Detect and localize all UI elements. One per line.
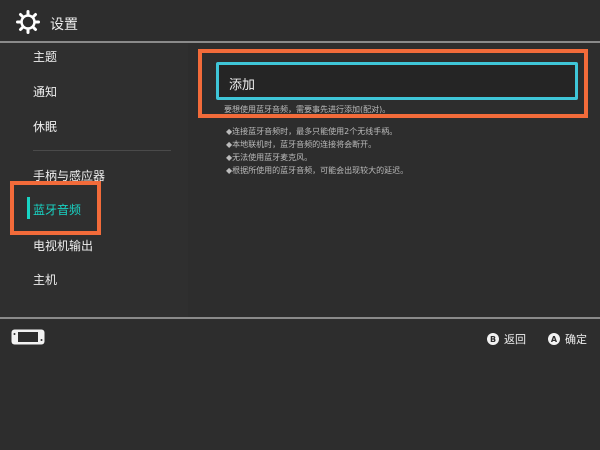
a-button-icon: A bbox=[548, 333, 560, 345]
sidebar-item-tv-output[interactable]: 电视机输出 bbox=[33, 237, 93, 254]
note-item: ◆连接蓝牙音频时，最多只能使用2个无线手柄。 bbox=[226, 127, 398, 136]
sidebar-item-theme[interactable]: 主题 bbox=[33, 48, 57, 65]
sidebar: 主题 通知 休眠 手柄与感应器 蓝牙音频 电视机输出 主机 bbox=[0, 43, 188, 317]
footer: B 返回 A 确定 bbox=[0, 319, 600, 450]
sidebar-item-sleep[interactable]: 休眠 bbox=[33, 118, 57, 135]
note-item: ◆无法使用蓝牙麦克风。 bbox=[226, 153, 313, 162]
confirm-label: 确定 bbox=[565, 333, 587, 346]
highlight-box-sidebar bbox=[10, 181, 101, 235]
sidebar-item-system[interactable]: 主机 bbox=[33, 271, 57, 288]
sidebar-divider bbox=[33, 150, 171, 151]
note-item: ◆根据所使用的蓝牙音频，可能会出现较大的延迟。 bbox=[226, 166, 409, 175]
back-label: 返回 bbox=[504, 333, 526, 346]
back-button[interactable]: B 返回 bbox=[487, 331, 526, 347]
b-button-icon: B bbox=[487, 333, 499, 345]
gear-icon bbox=[16, 10, 40, 34]
note-item: ◆本地联机时，蓝牙音频的连接将会断开。 bbox=[226, 140, 377, 149]
page-title: 设置 bbox=[50, 17, 78, 33]
console-icon bbox=[11, 329, 45, 345]
confirm-button[interactable]: A 确定 bbox=[548, 331, 587, 347]
sidebar-item-notifications[interactable]: 通知 bbox=[33, 83, 57, 100]
header: 设置 bbox=[0, 0, 600, 42]
notes-list: ◆连接蓝牙音频时，最多只能使用2个无线手柄。 ◆本地联机时，蓝牙音频的连接将会断… bbox=[226, 125, 408, 177]
pairing-hint: 要想使用蓝牙音频，需要事先进行添加(配对)。 bbox=[224, 105, 391, 114]
